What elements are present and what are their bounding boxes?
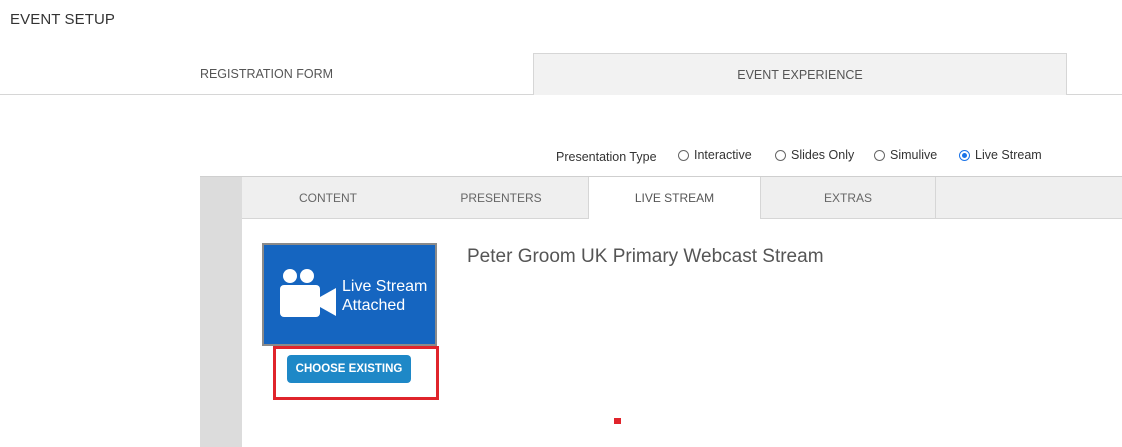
- tile-line-1: Live Stream: [342, 278, 428, 295]
- red-marker: [614, 418, 621, 424]
- page-title: EVENT SETUP: [10, 11, 116, 28]
- tab-extras[interactable]: EXTRAS: [761, 177, 935, 218]
- radio-circle-checked[interactable]: [959, 149, 970, 161]
- tab-presenters[interactable]: PRESENTERS: [414, 177, 588, 218]
- tab-event-experience[interactable]: EVENT EXPERIENCE: [533, 53, 1067, 95]
- radio-slides-only-label: Slides Only: [791, 148, 855, 162]
- live-stream-tile: Live Stream Attached: [262, 243, 437, 346]
- panel-left-gutter: [200, 177, 242, 447]
- radio-interactive-label: Interactive: [694, 148, 752, 162]
- radio-simulive-label: Simulive: [890, 148, 938, 162]
- tile-line-2: Attached: [342, 297, 406, 314]
- radio-circle[interactable]: [874, 149, 885, 161]
- tab-live-stream[interactable]: LIVE STREAM: [588, 177, 761, 219]
- radio-interactive[interactable]: Interactive: [678, 148, 752, 162]
- tile-text: Live Stream Attached: [342, 277, 427, 315]
- subtab-divider: [935, 177, 936, 218]
- radio-live-stream-label: Live Stream: [975, 148, 1042, 162]
- choose-existing-button[interactable]: CHOOSE EXISTING: [287, 355, 411, 383]
- tab-content[interactable]: CONTENT: [242, 177, 414, 218]
- radio-circle[interactable]: [775, 149, 786, 161]
- radio-slides-only[interactable]: Slides Only: [775, 148, 854, 162]
- radio-live-stream[interactable]: Live Stream: [959, 148, 1042, 162]
- video-camera-icon: [280, 269, 336, 317]
- stream-name: Peter Groom UK Primary Webcast Stream: [467, 246, 824, 267]
- radio-simulive[interactable]: Simulive: [874, 148, 937, 162]
- presentation-type-label: Presentation Type: [556, 150, 657, 164]
- tab-registration-form[interactable]: REGISTRATION FORM: [0, 53, 533, 94]
- radio-circle[interactable]: [678, 149, 689, 161]
